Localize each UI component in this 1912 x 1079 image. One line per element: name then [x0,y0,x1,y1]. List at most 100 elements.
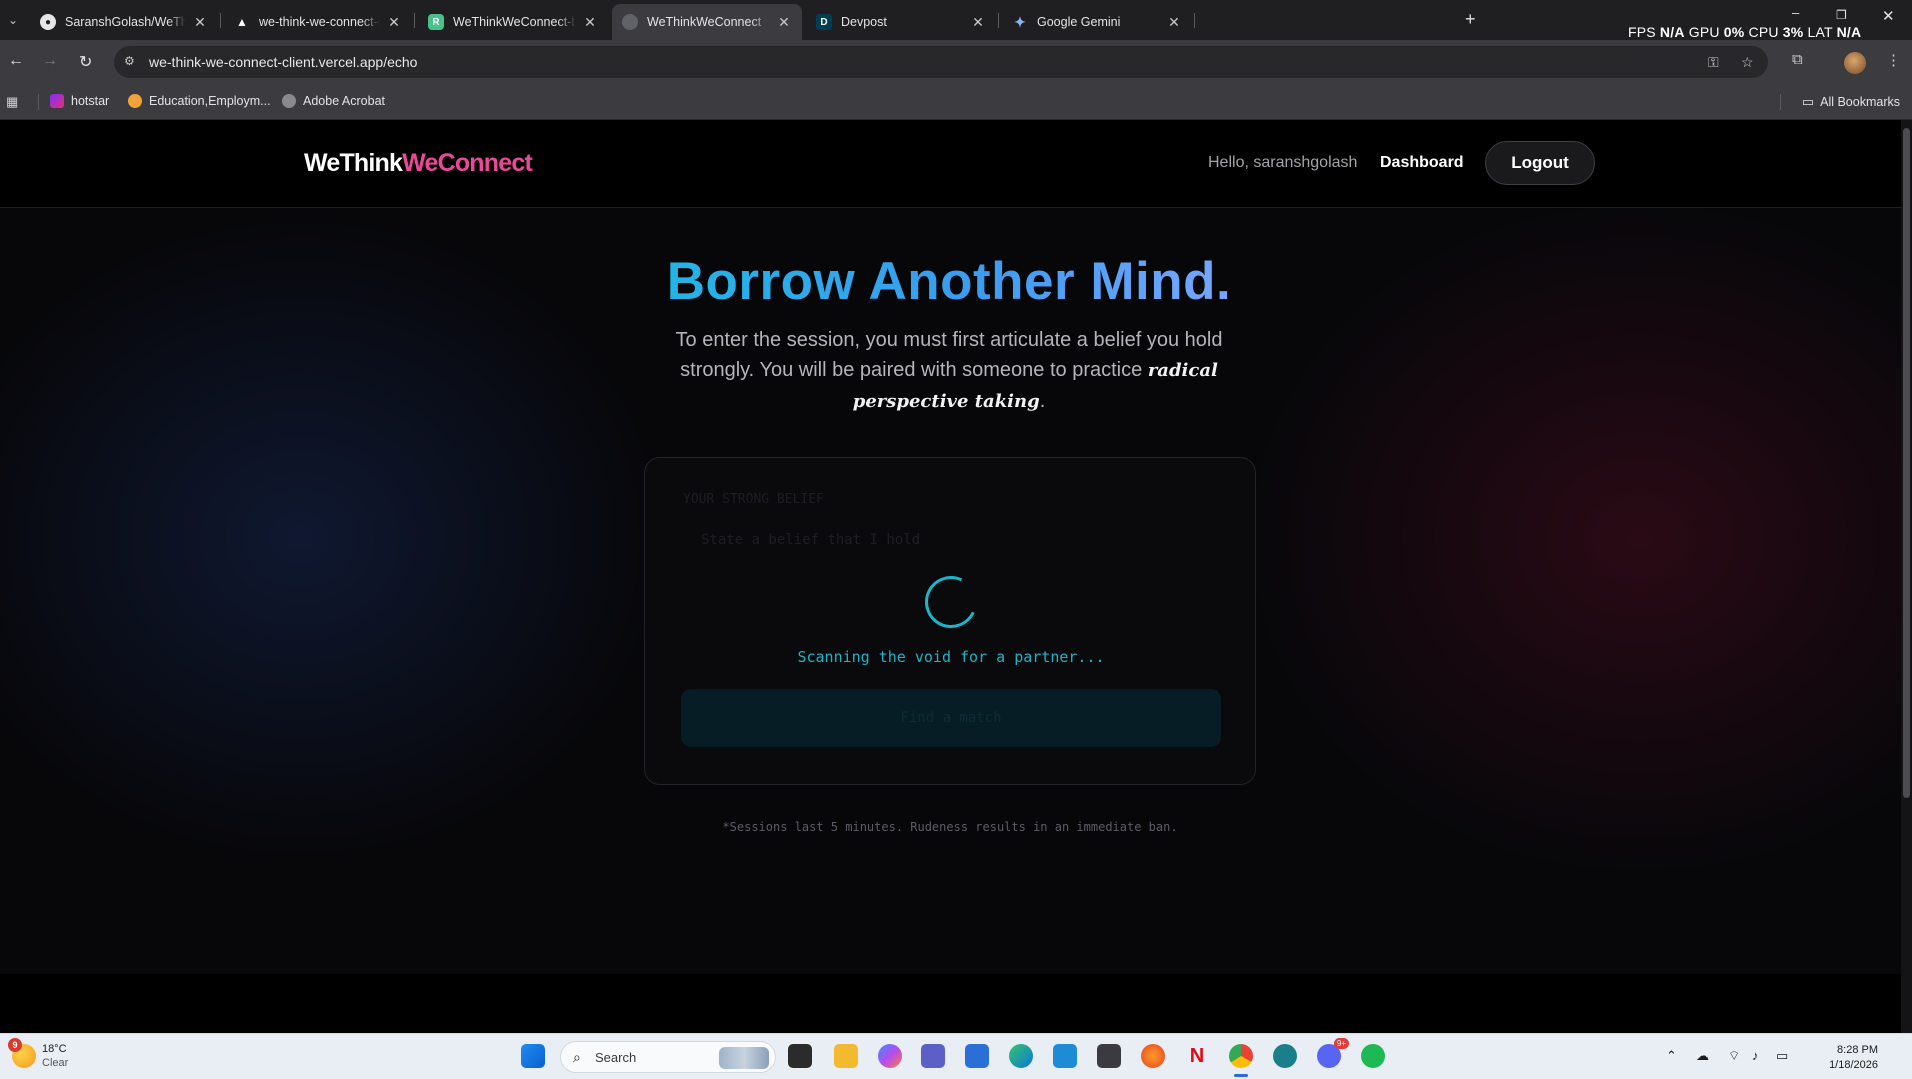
render-icon: R [428,14,444,30]
edge-icon[interactable] [1009,1044,1033,1068]
user-greeting: Hello, saranshgolash [1208,154,1358,171]
tab-render[interactable]: R WeThinkWeConnect-backend - ✕ [418,4,608,40]
loading-spinner-icon [917,568,985,636]
description-period: . [1039,390,1046,412]
file-explorer-icon[interactable] [834,1044,858,1068]
github-icon: ● [40,14,56,30]
dashboard-link[interactable]: Dashboard [1380,154,1464,172]
app-icon[interactable] [1097,1044,1121,1068]
address-bar[interactable]: ⚙ we-think-we-connect-client.vercel.app/… [114,46,1768,78]
tab-title: WeThinkWeConnect-backend - [453,15,576,29]
scrollbar-thumb[interactable] [1903,128,1910,798]
search-highlight-image [719,1047,769,1069]
bookmark-divider [38,94,39,110]
tray-overflow-icon[interactable]: ⌃ [1666,1048,1677,1064]
page-footer-area [0,974,1912,1033]
tab-title: WeThinkWeConnect [647,15,762,29]
task-view-icon[interactable] [788,1044,812,1068]
discord-icon[interactable]: 9+ [1317,1038,1349,1068]
bookmark-adobe-acrobat[interactable]: Adobe Acrobat [282,94,385,108]
performance-overlay: FPS N/A GPU 0% CPU 3% LAT N/A [1628,24,1861,40]
tab-divider [220,13,221,28]
forward-arrow-icon[interactable]: → [42,52,58,70]
tab-search-chevron-icon[interactable]: ⌄ [4,10,22,30]
windows-taskbar: 9 18°C Clear ⌕ Search N 9+ ⌃ ☁ ⌔ ♪ ▭ 8:2… [0,1033,1912,1079]
fps-value: N/A [1659,24,1685,40]
wifi-icon[interactable]: ⌔ [1728,1048,1740,1064]
tab-title: SaranshGolash/WeThinkWeCon [65,15,186,29]
app-icon[interactable] [1053,1044,1077,1068]
tab-vercel[interactable]: ▲ we-think-we-connect-client - O ✕ [224,4,412,40]
volume-icon[interactable]: ♪ [1752,1048,1759,1063]
window-close-icon[interactable]: ✕ [1882,7,1895,25]
bookmark-hotstar[interactable]: hotstar [50,94,109,108]
weather-temperature: 18°C [42,1043,67,1055]
logout-button[interactable]: Logout [1485,141,1595,185]
browser-menu-icon[interactable]: ⋮ [1886,51,1901,69]
tab-divider [998,13,999,28]
windows-start-icon[interactable] [521,1044,545,1068]
bookmark-education[interactable]: Education,Employm... [128,94,271,108]
tab-devpost[interactable]: D Devpost ✕ [806,4,996,40]
logo-part-1: WeThink [304,149,403,177]
teams-icon[interactable] [921,1044,945,1068]
restore-icon[interactable]: ❐ [1836,8,1847,22]
gpu-label: GPU [1688,24,1720,40]
bookmark-star-icon[interactable]: ☆ [1741,54,1754,71]
search-placeholder: Search [595,1050,637,1065]
folder-icon: ▭ [1801,94,1815,109]
tab-strip: ⌄ ● SaranshGolash/WeThinkWeCon ✕ ▲ we-th… [0,0,1912,40]
description-text: To enter the session, you must first art… [675,329,1223,381]
bookmark-label: Adobe Acrobat [303,94,386,108]
site-info-icon[interactable]: ⚙ [124,54,138,68]
microsoft-store-icon[interactable] [965,1044,989,1068]
taskbar-search[interactable]: ⌕ Search [560,1041,776,1073]
gemini-icon: ✦ [1014,13,1026,30]
cpu-label: CPU [1748,24,1779,40]
close-icon[interactable]: ✕ [1166,14,1182,31]
extensions-icon[interactable]: ⧉ [1792,51,1803,68]
minimize-icon[interactable]: – [1792,5,1799,20]
cpu-value: 3% [1782,24,1804,40]
app-icon[interactable] [1273,1044,1297,1068]
tab-gemini[interactable]: ✦ Google Gemini ✕ [1002,4,1192,40]
globe-icon [282,94,296,108]
firefox-icon[interactable] [1141,1044,1165,1068]
weather-widget[interactable]: 9 18°C Clear [8,1038,68,1070]
bookmarks-bar: ▦ hotstar Education,Employm... Adobe Acr… [0,84,1912,120]
tab-wethinkweconnect[interactable]: WeThinkWeConnect ✕ [612,4,802,40]
back-arrow-icon[interactable]: ← [8,52,24,70]
close-icon[interactable]: ✕ [970,14,986,31]
close-icon[interactable]: ✕ [192,14,208,31]
apps-grid-icon[interactable]: ▦ [6,95,20,109]
new-tab-button[interactable]: + [1465,9,1476,30]
tab-title: we-think-we-connect-client - O [259,15,380,29]
profile-avatar[interactable] [1844,52,1866,74]
belief-field-label: YOUR STRONG BELIEF [683,492,824,507]
url-text[interactable]: we-think-we-connect-client.vercel.app/ec… [149,54,417,70]
session-rules-note: *Sessions last 5 minutes. Rudeness resul… [722,820,1178,834]
lat-label: LAT [1807,24,1833,40]
chrome-icon[interactable] [1229,1044,1253,1068]
tab-github[interactable]: ● SaranshGolash/WeThinkWeCon ✕ [30,4,218,40]
netflix-icon[interactable]: N [1185,1044,1209,1068]
belief-input: State a belief that I hold [701,532,921,548]
copilot-icon[interactable] [878,1044,902,1068]
vercel-icon: ▲ [236,15,248,29]
scrollbar[interactable] [1901,120,1912,1033]
close-icon[interactable]: ✕ [386,14,402,31]
sun-icon: 9 [8,1038,36,1068]
devpost-icon: D [816,14,832,30]
site-logo[interactable]: WeThinkWeConnect [304,149,533,178]
close-icon[interactable]: ✕ [776,14,792,31]
battery-icon[interactable]: ▭ [1776,1048,1788,1064]
all-bookmarks[interactable]: ▭ All Bookmarks [1802,94,1900,110]
reload-icon[interactable]: ↻ [79,52,92,72]
spotify-icon[interactable] [1361,1044,1385,1068]
onedrive-icon[interactable]: ☁ [1696,1048,1709,1064]
active-app-indicator [1234,1074,1248,1077]
password-key-icon[interactable]: ⚿ [1708,54,1719,71]
system-clock[interactable]: 8:28 PM 1/18/2026 [1808,1043,1878,1073]
lat-value: N/A [1836,24,1862,40]
close-icon[interactable]: ✕ [582,14,598,31]
